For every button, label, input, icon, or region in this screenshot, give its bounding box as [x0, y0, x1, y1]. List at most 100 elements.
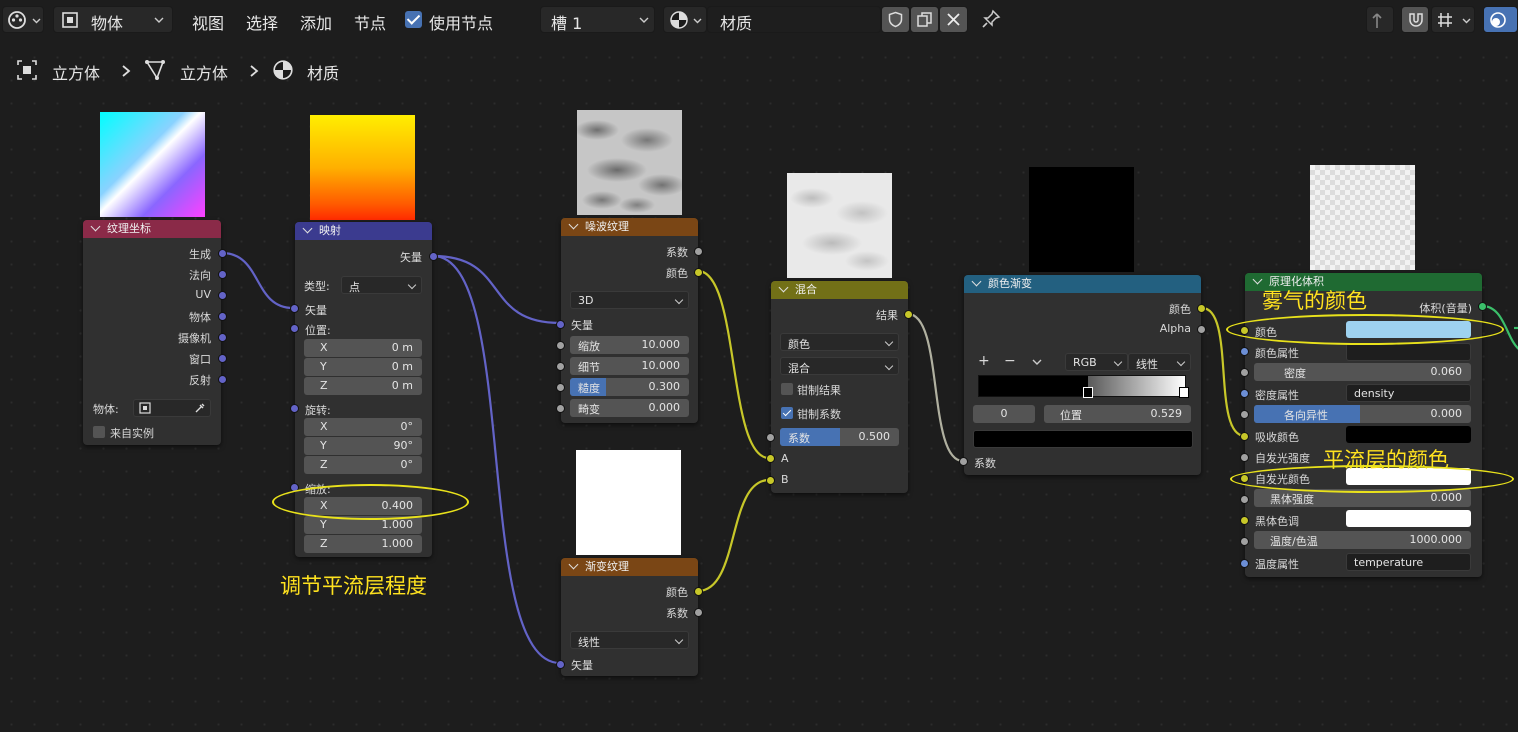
absorption-color-swatch[interactable]	[1346, 426, 1471, 443]
socket-object[interactable]	[218, 312, 227, 321]
color-attribute-field[interactable]	[1346, 343, 1471, 361]
temperature-attribute-field[interactable]: temperature	[1346, 553, 1471, 571]
socket-mix-a-in[interactable]	[766, 454, 775, 463]
collapse-icon[interactable]	[778, 282, 789, 293]
location-z[interactable]: Z 0 m	[304, 377, 422, 395]
mix-blend-mode-dropdown[interactable]: 混合	[780, 357, 899, 375]
node-texture-coordinate[interactable]: 纹理坐标 生成 法向 UV 物体 摄像机 窗口 反射 物体: 来自实例	[83, 220, 221, 445]
socket-mix-b-in[interactable]	[766, 476, 775, 485]
socket-temperature-attr-in[interactable]	[1240, 559, 1249, 568]
anisotropy-field[interactable]: 各向异性 0.000	[1254, 405, 1471, 423]
socket-rotation-in[interactable]	[290, 404, 299, 413]
socket-noise-fac-out[interactable]	[694, 247, 703, 256]
node-header[interactable]: 颜色渐变	[964, 275, 1201, 293]
socket-density-attr-in[interactable]	[1240, 389, 1249, 398]
socket-noise-distortion-in[interactable]	[556, 404, 565, 413]
output-label: 颜色	[1169, 303, 1191, 316]
stop-color-swatch[interactable]	[973, 430, 1193, 448]
socket-noise-detail-in[interactable]	[556, 362, 565, 371]
socket-mix-result-out[interactable]	[904, 310, 913, 319]
node-noise-texture[interactable]: 噪波纹理 系数 颜色 3D 矢量 缩放 10.000 细节 10.000 糙度 0.3…	[561, 218, 698, 423]
ramp-stop-black[interactable]	[1083, 387, 1093, 398]
location-y[interactable]: Y 0 m	[304, 358, 422, 376]
interpolation-dropdown[interactable]: 线性	[1128, 353, 1191, 371]
noise-distortion-field[interactable]: 畸变 0.000	[570, 399, 689, 417]
rotation-z[interactable]: Z 0°	[304, 456, 422, 474]
socket-camera[interactable]	[218, 333, 227, 342]
socket-emission-strength-in[interactable]	[1240, 453, 1249, 462]
socket-anisotropy-in[interactable]	[1240, 410, 1249, 419]
socket-volume-out[interactable]	[1478, 302, 1487, 311]
socket-noise-roughness-in[interactable]	[556, 383, 565, 392]
location-x[interactable]: X 0 m	[304, 339, 422, 357]
gradient-type-dropdown[interactable]: 线性	[570, 631, 689, 649]
socket-noise-vector-in[interactable]	[556, 320, 565, 329]
socket-mapping-out[interactable]	[429, 252, 438, 261]
temperature-field[interactable]: 温度/色温 1000.000	[1254, 531, 1471, 549]
socket-location-in[interactable]	[290, 324, 299, 333]
socket-blackbody-tint-in[interactable]	[1240, 516, 1249, 525]
collapse-icon[interactable]	[971, 276, 982, 287]
ramp-stop-white[interactable]	[1179, 387, 1189, 398]
density-attribute-field[interactable]: density	[1346, 384, 1471, 402]
mix-data-type-dropdown[interactable]: 颜色	[780, 333, 899, 351]
socket-gradient-vector-in[interactable]	[556, 660, 565, 669]
socket-temperature-in[interactable]	[1240, 537, 1249, 546]
socket-blackbody-intensity-in[interactable]	[1240, 495, 1249, 504]
socket-color-attr-in[interactable]	[1240, 347, 1249, 356]
from-instancer-checkbox[interactable]	[93, 426, 105, 438]
scale-z[interactable]: Z 1.000	[304, 535, 422, 553]
mapping-type-dropdown[interactable]: 点	[341, 276, 422, 294]
socket-density-in[interactable]	[1240, 368, 1249, 377]
node-color-ramp[interactable]: 颜色渐变 颜色 Alpha + − RGB 线性 0 位置 0.529 系数	[964, 275, 1201, 475]
socket-mix-factor-in[interactable]	[766, 433, 775, 442]
active-stop-index[interactable]: 0	[973, 405, 1035, 423]
node-header[interactable]: 映射	[295, 222, 432, 240]
node-mix[interactable]: 混合 结果 颜色 混合 钳制结果 钳制系数 系数 0.500 A B	[771, 281, 908, 493]
collapse-icon[interactable]	[568, 219, 579, 230]
object-field[interactable]	[133, 399, 211, 417]
node-header[interactable]: 渐变纹理	[561, 558, 698, 576]
rotation-y[interactable]: Y 90°	[304, 437, 422, 455]
stop-position-field[interactable]: 位置 0.529	[1044, 405, 1191, 423]
input-label: 黑体色调	[1255, 515, 1299, 528]
collapse-icon[interactable]	[1252, 274, 1263, 285]
remove-stop-button[interactable]: −	[1004, 353, 1016, 369]
clamp-factor-checkbox[interactable]	[781, 407, 793, 419]
socket-ramp-fac-in[interactable]	[959, 457, 968, 466]
node-header[interactable]: 混合	[771, 281, 908, 299]
location-label: 位置:	[305, 324, 331, 337]
noise-roughness-field[interactable]: 糙度 0.300	[570, 378, 689, 396]
chevron-down-icon[interactable]	[1032, 357, 1042, 367]
add-stop-button[interactable]: +	[978, 353, 990, 369]
node-header[interactable]: 噪波纹理	[561, 218, 698, 236]
color-ramp-bar[interactable]	[978, 375, 1186, 397]
socket-uv[interactable]	[218, 291, 227, 300]
collapse-icon[interactable]	[302, 223, 313, 234]
collapse-icon[interactable]	[568, 559, 579, 570]
socket-reflection[interactable]	[218, 375, 227, 384]
socket-normal[interactable]	[218, 270, 227, 279]
blackbody-tint-swatch[interactable]	[1346, 510, 1471, 527]
noise-detail-field[interactable]: 细节 10.000	[570, 357, 689, 375]
rotation-x[interactable]: X 0°	[304, 418, 422, 436]
socket-window[interactable]	[218, 354, 227, 363]
socket-noise-color-out[interactable]	[694, 268, 703, 277]
density-field[interactable]: 密度 0.060	[1254, 363, 1471, 381]
noise-dimensions-dropdown[interactable]: 3D	[570, 291, 689, 309]
node-header[interactable]: 纹理坐标	[83, 220, 221, 238]
socket-absorption-in[interactable]	[1240, 432, 1249, 441]
clamp-result-checkbox[interactable]	[781, 383, 793, 395]
socket-generated[interactable]	[218, 249, 227, 258]
node-gradient-texture[interactable]: 渐变纹理 颜色 系数 线性 矢量	[561, 558, 698, 676]
socket-mapping-vector-in[interactable]	[290, 304, 299, 313]
socket-noise-scale-in[interactable]	[556, 341, 565, 350]
mix-factor-field[interactable]: 系数 0.500	[780, 428, 899, 446]
noise-scale-field[interactable]: 缩放 10.000	[570, 336, 689, 354]
socket-gradient-color-out[interactable]	[694, 587, 703, 596]
collapse-icon[interactable]	[90, 221, 101, 232]
color-mode-dropdown[interactable]: RGB	[1065, 353, 1128, 371]
socket-ramp-alpha-out[interactable]	[1197, 325, 1206, 334]
socket-ramp-color-out[interactable]	[1197, 304, 1206, 313]
socket-gradient-fac-out[interactable]	[694, 608, 703, 617]
